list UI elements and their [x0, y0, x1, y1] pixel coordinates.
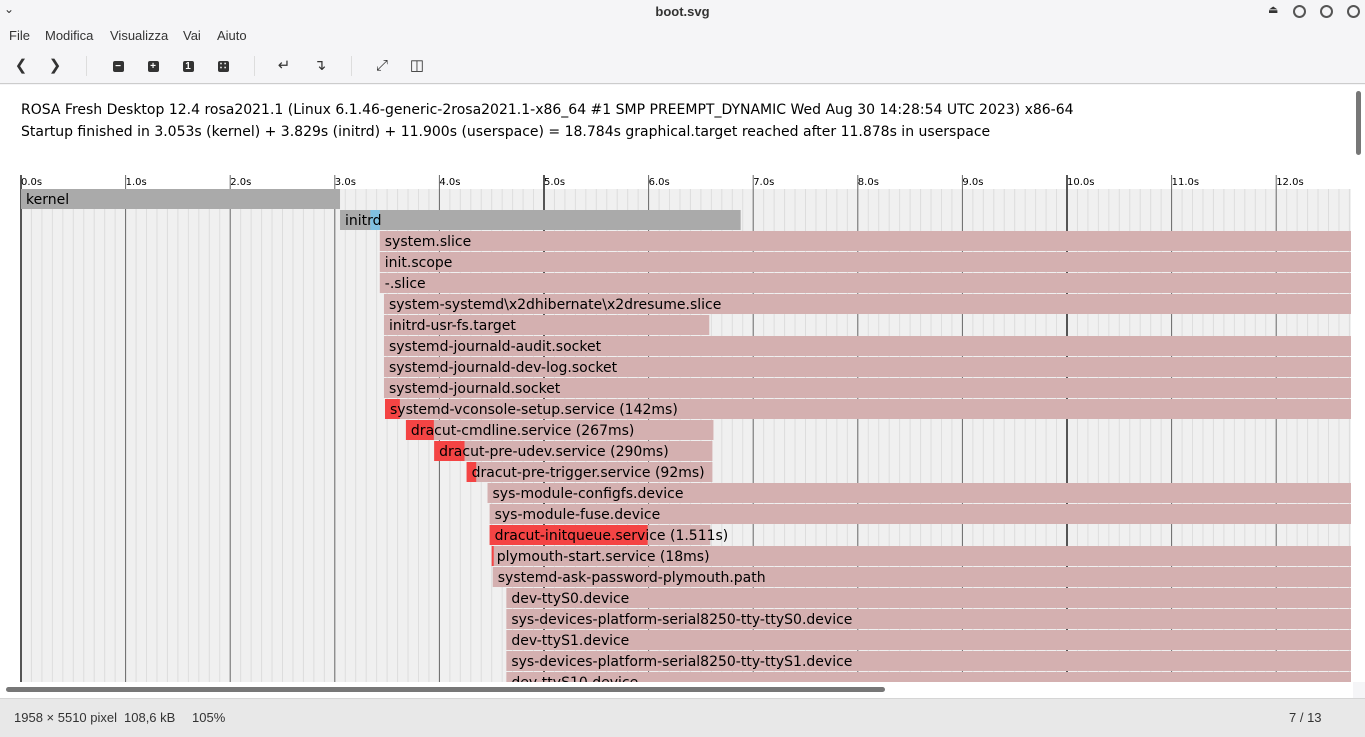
- unit-label: plymouth-start.service (18ms): [497, 549, 710, 565]
- tick-label: 1.0s: [126, 177, 147, 188]
- vertical-scrollbar[interactable]: [1353, 85, 1365, 682]
- menu-aiuto[interactable]: Aiuto: [217, 28, 247, 43]
- unit-label: initrd-usr-fs.target: [389, 318, 516, 334]
- unit-label: dev-ttyS0.device: [511, 591, 629, 607]
- unit-label: dracut-initqueue.service (1.511s): [495, 528, 729, 544]
- zoom-out-icon[interactable]: −: [108, 56, 128, 76]
- unit-label: dracut-pre-udev.service (290ms): [439, 444, 669, 460]
- tick-label: 7.0s: [753, 177, 774, 188]
- tick-label: 8.0s: [858, 177, 879, 188]
- unit-label: dev-ttyS1.device: [511, 633, 629, 649]
- zoom-fit-icon[interactable]: ∷: [213, 56, 233, 76]
- horizontal-scrollbar[interactable]: [0, 682, 1353, 698]
- unit-label: sys-devices-platform-serial8250-tty-ttyS…: [511, 654, 852, 670]
- unit-label: dev-ttyS10.device: [511, 675, 638, 682]
- zoom-1to1-icon[interactable]: 1: [178, 56, 198, 76]
- file-size: 108,6 kB: [124, 710, 176, 725]
- separator: [254, 56, 255, 76]
- menu-file[interactable]: File: [9, 28, 30, 43]
- menu-modifica[interactable]: Modifica: [45, 28, 93, 43]
- unit-label: sys-module-configfs.device: [493, 486, 684, 502]
- separator: [86, 56, 87, 76]
- toolbar: ❮ ❯ − + 1 ∷ ↵ ↴ ⤢ ◫: [0, 50, 1365, 84]
- tick-label: 11.0s: [1172, 177, 1199, 188]
- unit-bar: [506, 630, 1351, 650]
- unit-label: sys-module-fuse.device: [495, 507, 661, 523]
- unit-bar: [379, 231, 1351, 251]
- title-bar: ⌄ boot.svg ⏏: [0, 0, 1365, 24]
- unit-label: dracut-cmdline.service (267ms): [411, 423, 634, 439]
- unit-label: systemd-journald.socket: [389, 381, 561, 397]
- tick-label: 4.0s: [439, 177, 460, 188]
- tick-label: 2.0s: [230, 177, 251, 188]
- separator: [351, 56, 352, 76]
- tick-label: 10.0s: [1067, 177, 1094, 188]
- tick-label: 5.0s: [544, 177, 565, 188]
- activating-bar: [491, 546, 494, 566]
- tick-label: 12.0s: [1276, 177, 1303, 188]
- unit-label: kernel: [26, 192, 69, 208]
- unit-bar: [379, 273, 1351, 293]
- image-viewport[interactable]: ROSA Fresh Desktop 12.4 rosa2021.1 (Linu…: [0, 85, 1353, 682]
- unit-label: systemd-journald-audit.socket: [389, 339, 602, 355]
- unit-label: systemd-ask-password-plymouth.path: [498, 570, 766, 586]
- tick-label: 0.0s: [21, 177, 42, 188]
- tick-label: 3.0s: [335, 177, 356, 188]
- unit-bar: [506, 588, 1351, 608]
- horizontal-scroll-thumb[interactable]: [6, 687, 885, 692]
- unit-label: systemd-journald-dev-log.socket: [389, 360, 618, 376]
- unit-label: dracut-pre-trigger.service (92ms): [472, 465, 705, 481]
- eject-icon[interactable]: ⏏: [1268, 3, 1278, 16]
- close-icon[interactable]: [1347, 5, 1360, 18]
- tick-label: 9.0s: [962, 177, 983, 188]
- unit-label: system-systemd\x2dhibernate\x2dresume.sl…: [389, 297, 721, 313]
- unit-label: -.slice: [385, 276, 426, 292]
- unit-label: init.scope: [385, 255, 453, 271]
- slideshow-icon[interactable]: ◫: [407, 56, 427, 76]
- fullscreen-icon[interactable]: ⤢: [372, 56, 392, 76]
- image-dimensions: 1958 × 5510 pixel: [14, 710, 118, 725]
- unit-label: system.slice: [385, 234, 471, 250]
- tick-label: 6.0s: [649, 177, 670, 188]
- back-icon[interactable]: ❮: [11, 56, 31, 76]
- zoom-in-icon[interactable]: +: [143, 56, 163, 76]
- unit-label: sys-devices-platform-serial8250-tty-ttyS…: [511, 612, 852, 628]
- unit-label: initrd: [345, 213, 382, 229]
- menu-visualizza[interactable]: Visualizza: [110, 28, 168, 43]
- zoom-level: 105%: [192, 710, 226, 725]
- minimize-icon[interactable]: [1293, 5, 1306, 18]
- rotate-right-icon[interactable]: ↴: [310, 56, 330, 76]
- forward-icon[interactable]: ❯: [45, 56, 65, 76]
- status-bar: 1958 × 5510 pixel 108,6 kB 105% 7 / 13: [0, 698, 1365, 737]
- unit-bar: [379, 252, 1351, 272]
- page-counter: 7 / 13: [1289, 710, 1322, 725]
- window-title: boot.svg: [655, 4, 710, 19]
- vertical-scroll-thumb[interactable]: [1356, 91, 1361, 155]
- unit-bar: [340, 210, 741, 230]
- rotate-left-icon[interactable]: ↵: [274, 56, 294, 76]
- unit-label: systemd-vconsole-setup.service (142ms): [390, 402, 678, 418]
- menu-vai[interactable]: Vai: [183, 28, 201, 43]
- boot-timeline-chart: 0.0s 1.0s 2.0s 3.0s 4.0s 5.0s 6.0s 7.0s 8.0s 9.0s…: [20, 175, 1352, 682]
- maximize-icon[interactable]: [1320, 5, 1333, 18]
